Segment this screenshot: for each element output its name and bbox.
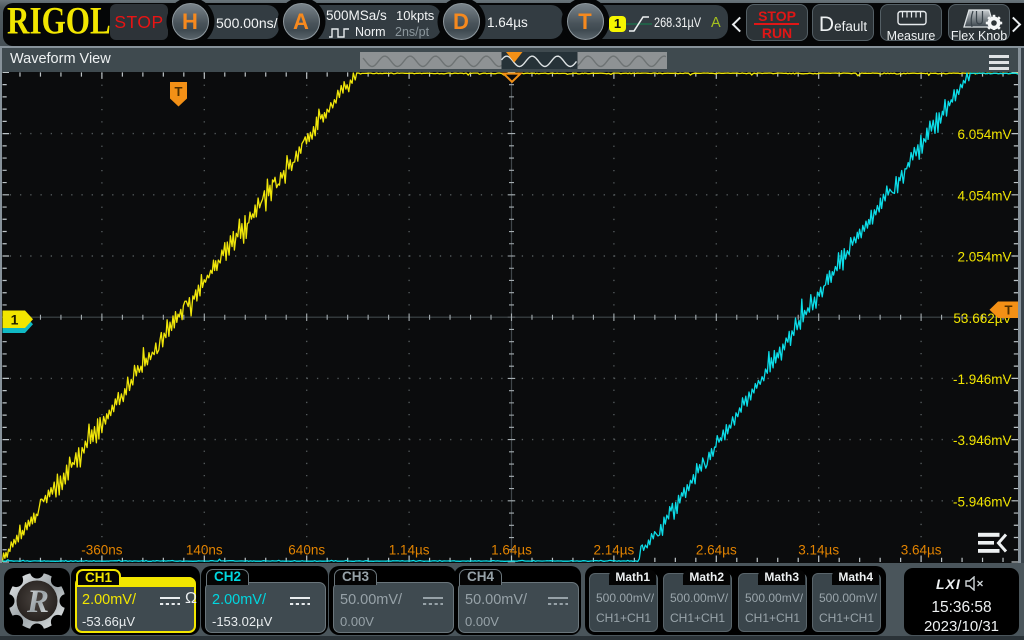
svg-text:-5.946mV: -5.946mV [953,494,1012,509]
svg-text:3.64µs: 3.64µs [901,542,942,557]
svg-text:640ns: 640ns [288,542,325,557]
svg-text:-1.946mV: -1.946mV [953,372,1012,387]
svg-text:-360ns: -360ns [81,542,123,557]
svg-text:6.054mV: 6.054mV [957,127,1011,142]
svg-text:3.14µs: 3.14µs [798,542,839,557]
svg-text:-3.946mV: -3.946mV [953,433,1012,448]
svg-text:1: 1 [11,311,19,327]
svg-text:140ns: 140ns [186,542,223,557]
svg-text:1.14µs: 1.14µs [389,542,430,557]
svg-text:2.64µs: 2.64µs [696,542,737,557]
svg-text:4.054mV: 4.054mV [957,188,1011,203]
svg-text:2.14µs: 2.14µs [593,542,634,557]
svg-text:1.64µs: 1.64µs [491,542,532,557]
svg-text:T: T [1005,302,1013,317]
svg-text:R: R [26,584,49,620]
svg-text:T: T [175,84,183,99]
svg-text:2.054mV: 2.054mV [957,249,1011,264]
